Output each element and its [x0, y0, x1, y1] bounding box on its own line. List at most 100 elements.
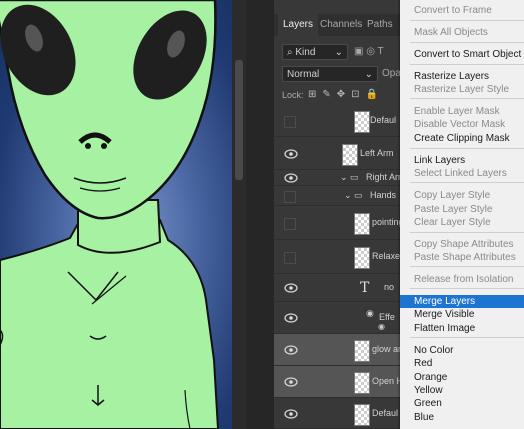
menu-item-convert-to-smart-object[interactable]: Convert to Smart Object: [400, 48, 524, 61]
layer-thumbnail: [354, 247, 370, 269]
layer-row[interactable]: Relaxed: [274, 240, 400, 274]
layer-name: Open H: [372, 376, 400, 386]
visibility-toggle[interactable]: [284, 115, 296, 128]
layer-name: Right Arm: [366, 172, 400, 182]
eye-icon[interactable]: [284, 377, 298, 387]
blend-mode-select[interactable]: Normal ⌄: [282, 66, 378, 82]
menu-item-red[interactable]: Red: [400, 357, 524, 370]
layer-thumbnail: [354, 403, 370, 426]
alien-illustration: [0, 0, 220, 429]
visibility-toggle[interactable]: [284, 218, 296, 230]
menu-separator: [410, 266, 524, 267]
eye-icon[interactable]: [284, 313, 298, 323]
lock-icons[interactable]: ⊞✎✥⊡🔒: [308, 89, 384, 100]
menu-item-disable-vector-mask: Disable Vector Mask: [414, 119, 506, 130]
panel-divider: [246, 0, 274, 429]
layer-row[interactable]: ◉ ◉ Effe: [274, 302, 400, 334]
menu-item-enable-layer-mask: Enable Layer Mask: [414, 106, 500, 117]
layer-name: Defaul: [372, 407, 399, 418]
layer-row[interactable]: pointing: [274, 206, 400, 240]
layer-row[interactable]: ⌄ ▭ Hands: [274, 186, 400, 206]
folder-icon: ⌄ ▭: [344, 190, 363, 200]
menu-item-no-color[interactable]: No Color: [400, 344, 524, 357]
text-layer-icon: T: [360, 280, 370, 296]
menu-item-blue[interactable]: Blue: [400, 411, 524, 424]
tab-layers[interactable]: Layers: [278, 14, 319, 36]
layer-name: Defaul: [370, 114, 397, 125]
layer-name: no: [384, 282, 395, 292]
effects-icon: ◉: [366, 308, 374, 318]
layer-name: Hands: [370, 190, 397, 200]
filter-icons[interactable]: ▣ ◎ T: [354, 46, 384, 57]
eye-icon[interactable]: ◉: [378, 322, 385, 331]
layer-row[interactable]: Left Arm: [274, 137, 400, 170]
menu-item-copy-shape-attributes: Copy Shape Attributes: [414, 239, 514, 250]
menu-item-paste-shape-attributes: Paste Shape Attributes: [414, 252, 516, 263]
layer-name: Relaxed: [372, 251, 400, 261]
menu-separator: [410, 288, 524, 289]
chevron-down-icon: ⌄: [364, 69, 373, 80]
layer-row[interactable]: ⌄ ▭ Right Arm: [274, 170, 400, 186]
scrollbar-thumb[interactable]: [235, 60, 243, 180]
layer-thumbnail: [354, 110, 370, 133]
menu-item-paste-layer-style: Paste Layer Style: [414, 204, 493, 215]
layer-name: pointing: [372, 217, 400, 227]
eye-icon[interactable]: [284, 283, 298, 293]
document-canvas[interactable]: [0, 0, 232, 429]
layers-context-menu: Convert to Frame Mask All Objects Convert …: [400, 0, 524, 429]
layer-row[interactable]: Open H: [274, 366, 400, 398]
chevron-down-icon: ⌄: [334, 47, 343, 58]
layer-thumbnail: [342, 143, 358, 166]
menu-item-link-layers[interactable]: Link Layers: [400, 154, 524, 167]
filter-kind-label: Kind: [295, 47, 316, 58]
layer-thumbnail: [354, 372, 370, 394]
menu-item-create-clipping-mask[interactable]: Create Clipping Mask: [400, 132, 524, 145]
visibility-toggle[interactable]: [284, 252, 296, 264]
layers-panel: Layers Channels Paths ⌕ Kind ⌄ ▣ ◎ T Norm…: [274, 0, 400, 429]
menu-separator: [410, 64, 524, 65]
eye-icon[interactable]: [284, 408, 298, 419]
eye-icon[interactable]: [284, 345, 298, 355]
menu-item-copy-layer-style: Copy Layer Style: [414, 190, 491, 201]
menu-item-convert-to-frame: Convert to Frame: [414, 5, 492, 16]
menu-separator: [410, 182, 524, 183]
layer-row[interactable]: Tno: [274, 274, 400, 302]
menu-separator: [410, 42, 524, 43]
lock-label: Lock:: [282, 90, 304, 100]
layer-row[interactable]: Defaul: [274, 398, 400, 429]
menu-item-release-from-isolation: Release from Isolation: [414, 274, 514, 285]
tab-channels[interactable]: Channels: [320, 14, 362, 36]
layer-row[interactable]: glow ar: [274, 334, 400, 366]
menu-separator: [410, 20, 524, 21]
menu-separator: [410, 337, 524, 338]
menu-item-yellow[interactable]: Yellow: [400, 384, 524, 397]
tab-paths[interactable]: Paths: [367, 14, 393, 36]
menu-separator: [410, 98, 524, 99]
canvas-scrollbar[interactable]: [232, 0, 246, 429]
menu-item-rasterize-layer-style: Rasterize Layer Style: [414, 84, 510, 95]
layer-name: Effe: [379, 312, 395, 322]
visibility-toggle[interactable]: [284, 191, 296, 203]
menu-separator: [410, 232, 524, 233]
filter-kind-select[interactable]: ⌕ Kind ⌄: [282, 44, 348, 60]
folder-icon: ⌄ ▭: [340, 172, 359, 182]
menu-item-select-linked-layers: Select Linked Layers: [414, 168, 507, 179]
menu-item-green[interactable]: Green: [400, 397, 524, 410]
layer-name: Left Arm: [360, 147, 394, 158]
menu-item-merge-layers[interactable]: Merge Layers: [400, 295, 524, 308]
menu-item-flatten-image[interactable]: Flatten Image: [400, 322, 524, 335]
menu-item-mask-all-objects: Mask All Objects: [414, 27, 488, 38]
layer-thumbnail: [354, 213, 370, 235]
eye-icon[interactable]: [284, 148, 298, 159]
layer-row[interactable]: Defaul: [274, 104, 400, 137]
blend-mode-value: Normal: [287, 69, 320, 80]
menu-item-merge-visible[interactable]: Merge Visible: [400, 308, 524, 321]
layer-name: glow ar: [372, 344, 400, 354]
layer-thumbnail: [354, 340, 370, 362]
eye-icon[interactable]: [284, 173, 298, 183]
menu-item-rasterize-layers[interactable]: Rasterize Layers: [400, 70, 524, 83]
menu-item-clear-layer-style: Clear Layer Style: [414, 217, 491, 228]
menu-item-orange[interactable]: Orange: [400, 371, 524, 384]
panel-tabs: Layers Channels Paths: [274, 14, 400, 36]
menu-separator: [410, 148, 524, 149]
